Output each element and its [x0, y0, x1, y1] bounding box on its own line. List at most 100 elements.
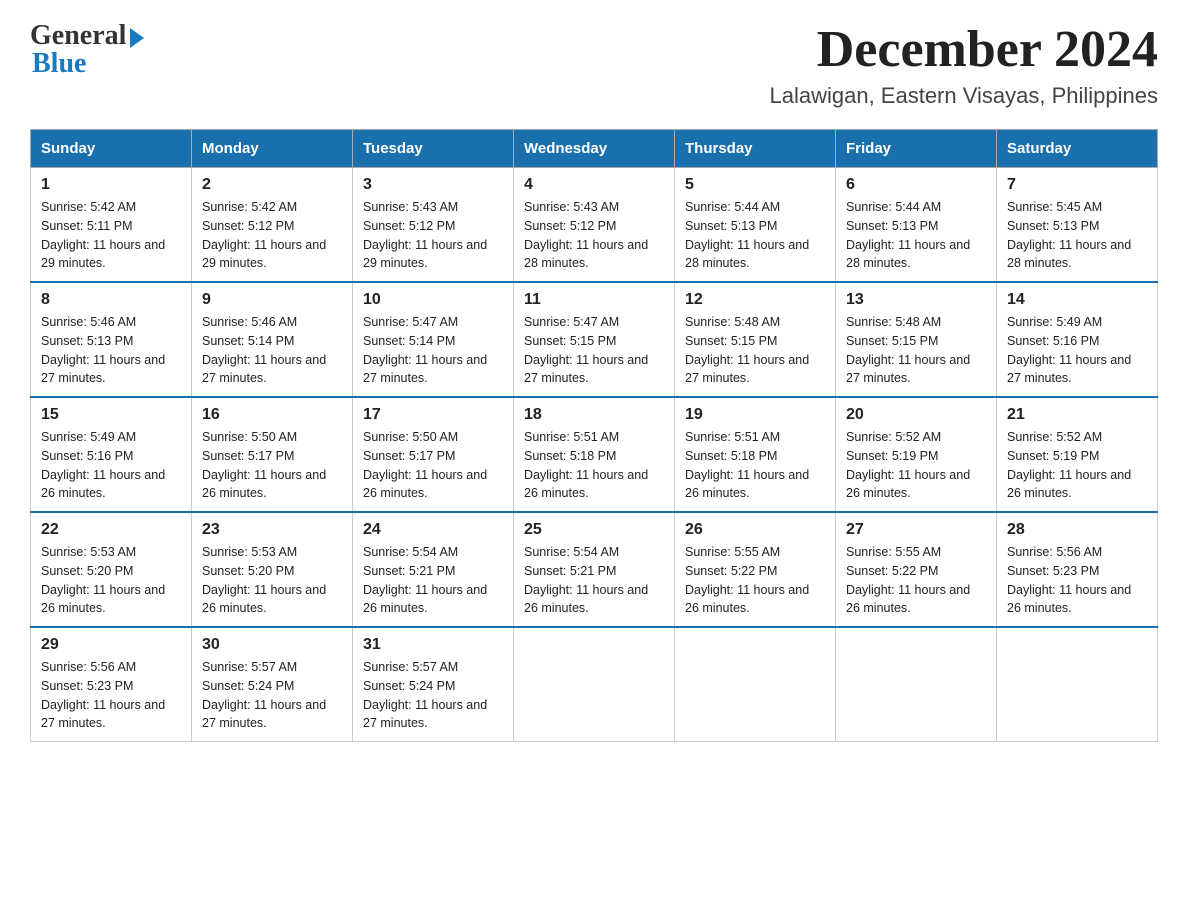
day-number: 9	[202, 291, 342, 309]
week-row-2: 8 Sunrise: 5:46 AMSunset: 5:13 PMDaylight…	[31, 282, 1158, 397]
day-info: Sunrise: 5:50 AMSunset: 5:17 PMDaylight:…	[202, 428, 342, 503]
day-number: 3	[363, 176, 503, 194]
calendar-cell: 7 Sunrise: 5:45 AMSunset: 5:13 PMDaylight…	[997, 168, 1158, 283]
calendar-cell: 3 Sunrise: 5:43 AMSunset: 5:12 PMDaylight…	[353, 168, 514, 283]
day-info: Sunrise: 5:49 AMSunset: 5:16 PMDaylight:…	[41, 428, 181, 503]
calendar-cell: 2Sunrise: 5:42 AMSunset: 5:12 PMDaylight…	[192, 168, 353, 283]
calendar-cell: 21 Sunrise: 5:52 AMSunset: 5:19 PMDayligh…	[997, 397, 1158, 512]
day-info: Sunrise: 5:46 AMSunset: 5:13 PMDaylight:…	[41, 313, 181, 388]
day-info: Sunrise: 5:42 AMSunset: 5:11 PMDaylight:…	[41, 198, 181, 273]
logo-arrow-icon	[130, 28, 144, 48]
week-row-1: 1 Sunrise: 5:42 AMSunset: 5:11 PMDaylight…	[31, 168, 1158, 283]
calendar-cell	[675, 627, 836, 742]
day-info: Sunrise: 5:56 AMSunset: 5:23 PMDaylight:…	[41, 658, 181, 733]
calendar-cell: 27 Sunrise: 5:55 AMSunset: 5:22 PMDayligh…	[836, 512, 997, 627]
calendar-cell: 25 Sunrise: 5:54 AMSunset: 5:21 PMDayligh…	[514, 512, 675, 627]
weekday-header-saturday: Saturday	[997, 130, 1158, 168]
weekday-header-tuesday: Tuesday	[353, 130, 514, 168]
day-info: Sunrise: 5:54 AMSunset: 5:21 PMDaylight:…	[363, 543, 503, 618]
day-number: 20	[846, 406, 986, 424]
day-info: Sunrise: 5:43 AMSunset: 5:12 PMDaylight:…	[363, 198, 503, 273]
weekday-header-friday: Friday	[836, 130, 997, 168]
day-info: Sunrise: 5:53 AMSunset: 5:20 PMDaylight:…	[41, 543, 181, 618]
calendar-cell	[997, 627, 1158, 742]
calendar-table: SundayMondayTuesdayWednesdayThursdayFrid…	[30, 129, 1158, 742]
day-number: 2	[202, 176, 342, 194]
day-number: 7	[1007, 176, 1147, 194]
day-number: 18	[524, 406, 664, 424]
day-info: Sunrise: 5:52 AMSunset: 5:19 PMDaylight:…	[846, 428, 986, 503]
day-info: Sunrise: 5:43 AMSunset: 5:12 PMDaylight:…	[524, 198, 664, 273]
day-number: 21	[1007, 406, 1147, 424]
day-number: 14	[1007, 291, 1147, 309]
week-row-4: 22 Sunrise: 5:53 AMSunset: 5:20 PMDayligh…	[31, 512, 1158, 627]
calendar-cell: 26Sunrise: 5:55 AMSunset: 5:22 PMDayligh…	[675, 512, 836, 627]
day-number: 10	[363, 291, 503, 309]
calendar-cell: 23Sunrise: 5:53 AMSunset: 5:20 PMDayligh…	[192, 512, 353, 627]
calendar-cell: 29 Sunrise: 5:56 AMSunset: 5:23 PMDayligh…	[31, 627, 192, 742]
calendar-cell: 16 Sunrise: 5:50 AMSunset: 5:17 PMDayligh…	[192, 397, 353, 512]
calendar-cell: 5 Sunrise: 5:44 AMSunset: 5:13 PMDaylight…	[675, 168, 836, 283]
day-info: Sunrise: 5:47 AMSunset: 5:15 PMDaylight:…	[524, 313, 664, 388]
calendar-cell: 6 Sunrise: 5:44 AMSunset: 5:13 PMDaylight…	[836, 168, 997, 283]
title-section: December 2024 Lalawigan, Eastern Visayas…	[770, 20, 1159, 109]
week-row-3: 15Sunrise: 5:49 AMSunset: 5:16 PMDayligh…	[31, 397, 1158, 512]
day-info: Sunrise: 5:51 AMSunset: 5:18 PMDaylight:…	[685, 428, 825, 503]
weekday-header-row: SundayMondayTuesdayWednesdayThursdayFrid…	[31, 130, 1158, 168]
day-info: Sunrise: 5:44 AMSunset: 5:13 PMDaylight:…	[846, 198, 986, 273]
day-number: 5	[685, 176, 825, 194]
calendar-cell: 24Sunrise: 5:54 AMSunset: 5:21 PMDayligh…	[353, 512, 514, 627]
calendar-cell: 30Sunrise: 5:57 AMSunset: 5:24 PMDayligh…	[192, 627, 353, 742]
calendar-cell: 12 Sunrise: 5:48 AMSunset: 5:15 PMDayligh…	[675, 282, 836, 397]
calendar-cell: 15Sunrise: 5:49 AMSunset: 5:16 PMDayligh…	[31, 397, 192, 512]
calendar-cell: 11Sunrise: 5:47 AMSunset: 5:15 PMDayligh…	[514, 282, 675, 397]
day-number: 8	[41, 291, 181, 309]
calendar-cell: 10 Sunrise: 5:47 AMSunset: 5:14 PMDayligh…	[353, 282, 514, 397]
calendar-cell	[514, 627, 675, 742]
day-info: Sunrise: 5:46 AMSunset: 5:14 PMDaylight:…	[202, 313, 342, 388]
day-number: 27	[846, 521, 986, 539]
day-info: Sunrise: 5:49 AMSunset: 5:16 PMDaylight:…	[1007, 313, 1147, 388]
day-info: Sunrise: 5:44 AMSunset: 5:13 PMDaylight:…	[685, 198, 825, 273]
day-info: Sunrise: 5:57 AMSunset: 5:24 PMDaylight:…	[363, 658, 503, 733]
day-info: Sunrise: 5:48 AMSunset: 5:15 PMDaylight:…	[846, 313, 986, 388]
day-info: Sunrise: 5:54 AMSunset: 5:21 PMDaylight:…	[524, 543, 664, 618]
logo: General Blue	[30, 20, 144, 80]
calendar-cell: 14 Sunrise: 5:49 AMSunset: 5:16 PMDayligh…	[997, 282, 1158, 397]
day-info: Sunrise: 5:45 AMSunset: 5:13 PMDaylight:…	[1007, 198, 1147, 273]
day-info: Sunrise: 5:55 AMSunset: 5:22 PMDaylight:…	[685, 543, 825, 618]
calendar-cell: 19 Sunrise: 5:51 AMSunset: 5:18 PMDayligh…	[675, 397, 836, 512]
calendar-cell: 9 Sunrise: 5:46 AMSunset: 5:14 PMDaylight…	[192, 282, 353, 397]
day-info: Sunrise: 5:51 AMSunset: 5:18 PMDaylight:…	[524, 428, 664, 503]
day-number: 30	[202, 636, 342, 654]
calendar-cell: 4Sunrise: 5:43 AMSunset: 5:12 PMDaylight…	[514, 168, 675, 283]
day-info: Sunrise: 5:55 AMSunset: 5:22 PMDaylight:…	[846, 543, 986, 618]
day-number: 19	[685, 406, 825, 424]
weekday-header-thursday: Thursday	[675, 130, 836, 168]
day-info: Sunrise: 5:52 AMSunset: 5:19 PMDaylight:…	[1007, 428, 1147, 503]
day-number: 13	[846, 291, 986, 309]
calendar-cell: 8 Sunrise: 5:46 AMSunset: 5:13 PMDaylight…	[31, 282, 192, 397]
month-title: December 2024	[770, 20, 1159, 79]
calendar-cell	[836, 627, 997, 742]
calendar-cell: 20 Sunrise: 5:52 AMSunset: 5:19 PMDayligh…	[836, 397, 997, 512]
page-header: General Blue December 2024 Lalawigan, Ea…	[30, 20, 1158, 109]
day-info: Sunrise: 5:53 AMSunset: 5:20 PMDaylight:…	[202, 543, 342, 618]
day-number: 1	[41, 176, 181, 194]
logo-blue-text: Blue	[32, 48, 86, 80]
calendar-cell: 22 Sunrise: 5:53 AMSunset: 5:20 PMDayligh…	[31, 512, 192, 627]
day-number: 12	[685, 291, 825, 309]
day-info: Sunrise: 5:50 AMSunset: 5:17 PMDaylight:…	[363, 428, 503, 503]
day-number: 29	[41, 636, 181, 654]
day-info: Sunrise: 5:47 AMSunset: 5:14 PMDaylight:…	[363, 313, 503, 388]
weekday-header-sunday: Sunday	[31, 130, 192, 168]
day-number: 6	[846, 176, 986, 194]
day-number: 22	[41, 521, 181, 539]
day-info: Sunrise: 5:48 AMSunset: 5:15 PMDaylight:…	[685, 313, 825, 388]
calendar-cell: 1 Sunrise: 5:42 AMSunset: 5:11 PMDaylight…	[31, 168, 192, 283]
day-number: 25	[524, 521, 664, 539]
day-number: 16	[202, 406, 342, 424]
location-text: Lalawigan, Eastern Visayas, Philippines	[770, 83, 1159, 109]
calendar-cell: 13 Sunrise: 5:48 AMSunset: 5:15 PMDayligh…	[836, 282, 997, 397]
week-row-5: 29 Sunrise: 5:56 AMSunset: 5:23 PMDayligh…	[31, 627, 1158, 742]
